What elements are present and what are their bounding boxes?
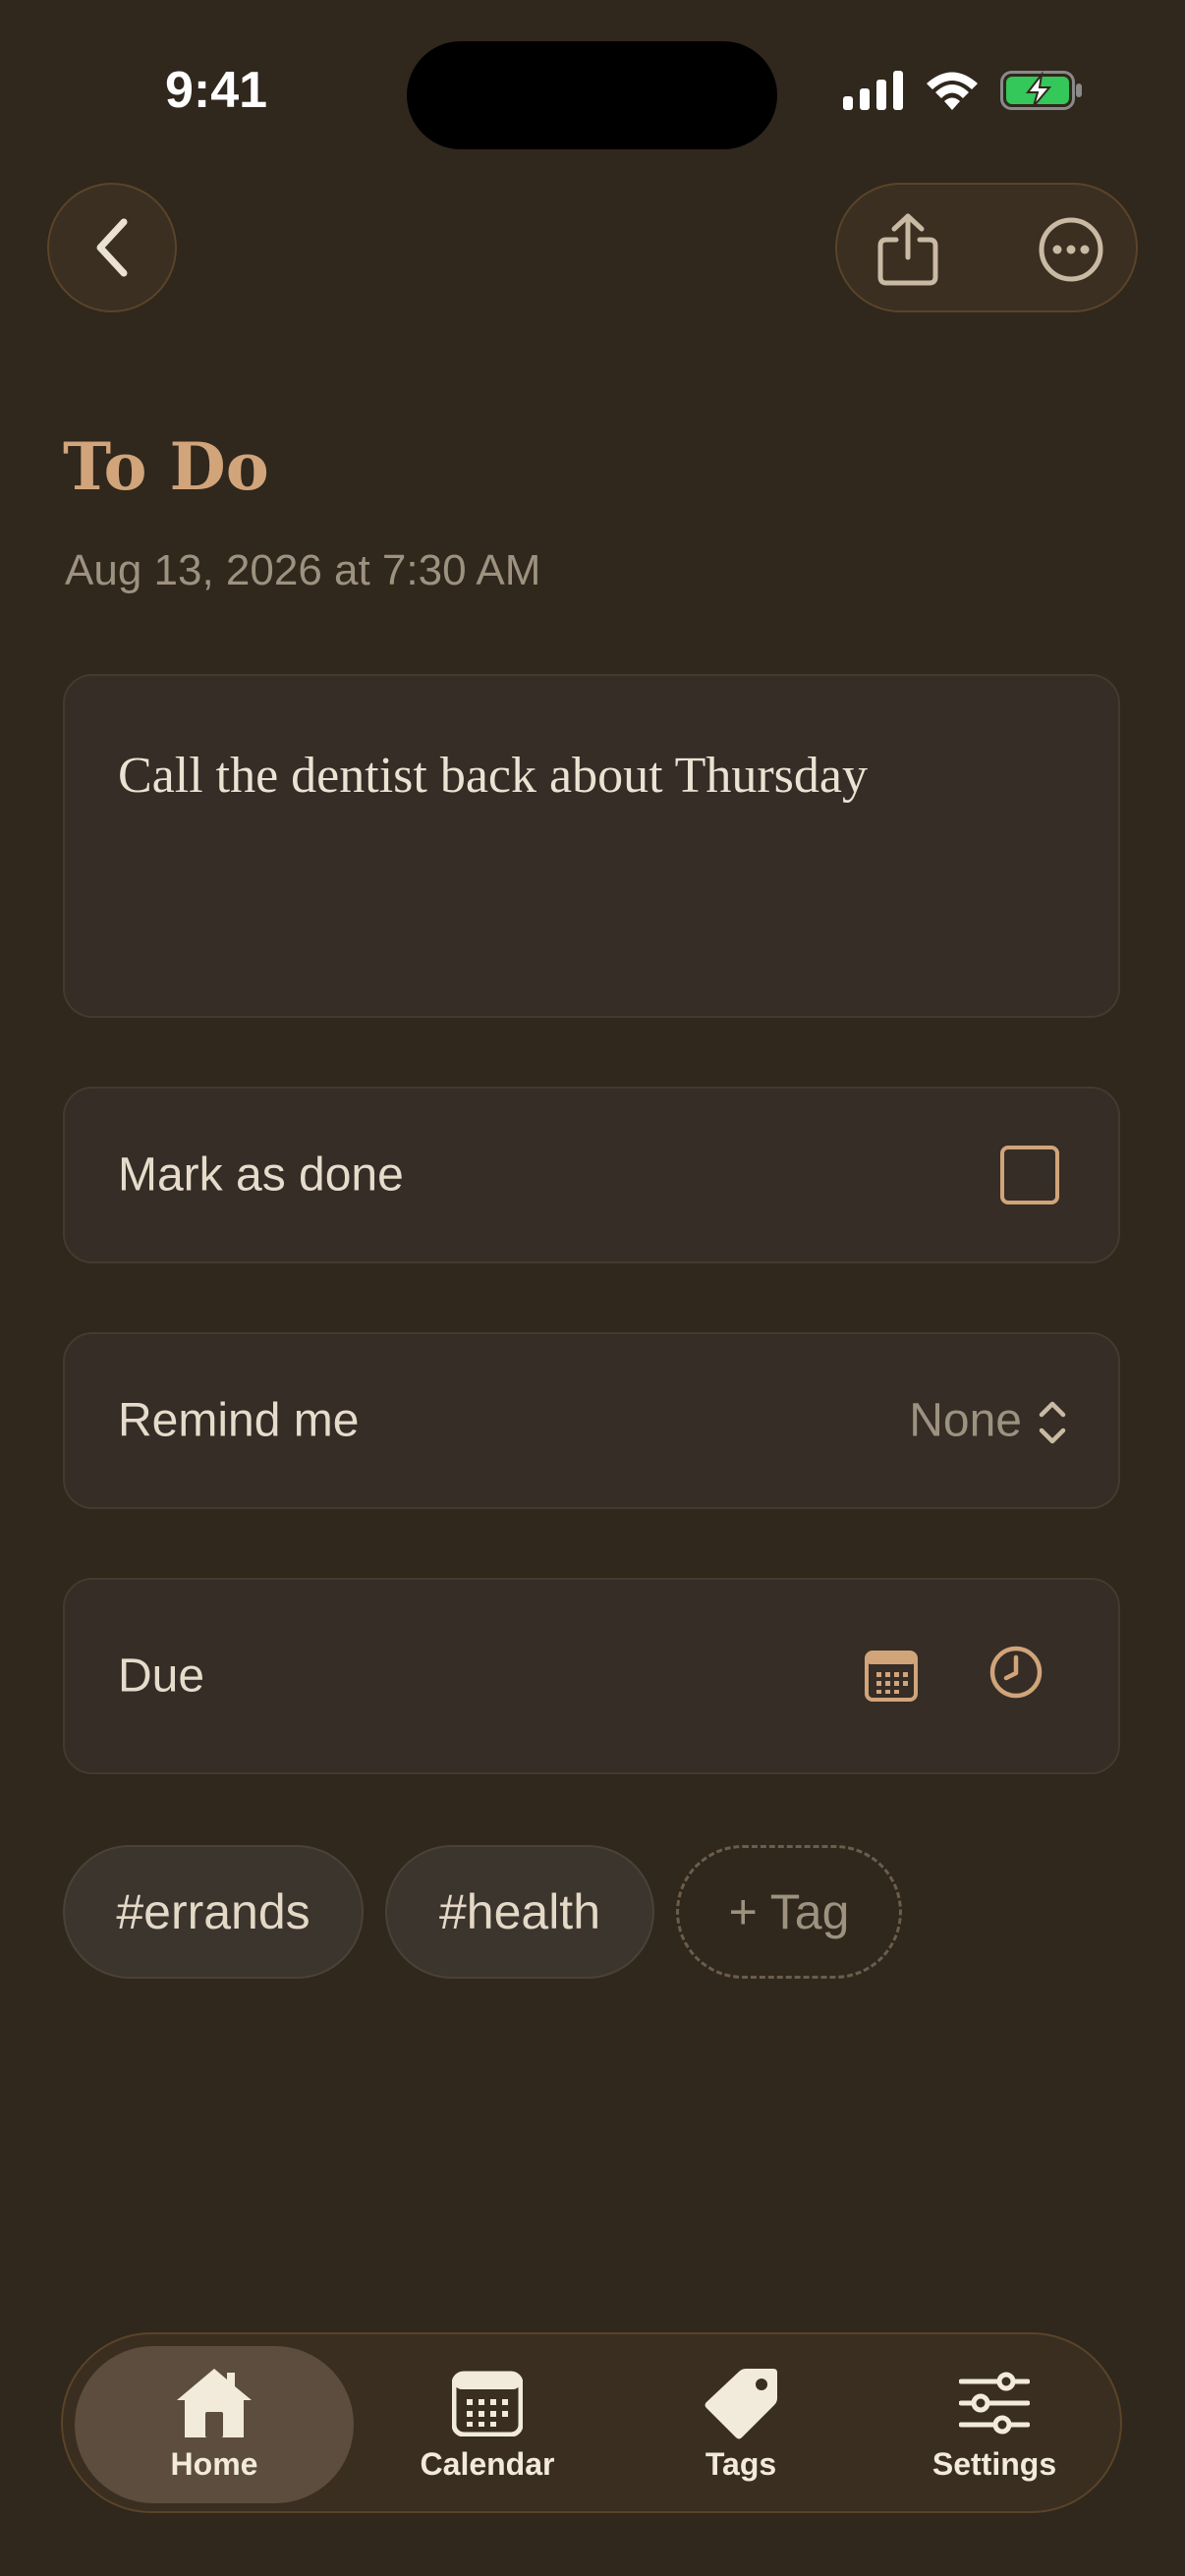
tag-chip-errands[interactable]: #errands (63, 1845, 364, 1979)
tab-label-calendar: Calendar (420, 2445, 555, 2482)
page-title: To Do (63, 428, 269, 505)
dynamic-island (407, 41, 777, 149)
header-actions (835, 183, 1138, 312)
clock-icon[interactable] (988, 1645, 1044, 1700)
tab-label-tags: Tags (705, 2445, 777, 2482)
tag-chip-health[interactable]: #health (385, 1845, 654, 1979)
mark-done-row[interactable]: Mark as done (63, 1087, 1120, 1263)
calendar-icon (452, 2371, 523, 2436)
tab-label-settings: Settings (931, 2445, 1057, 2482)
tab-label-home: Home (170, 2445, 258, 2482)
calendar-icon[interactable] (865, 1647, 918, 1702)
remind-label: Remind me (118, 1394, 360, 1447)
tab-tags[interactable]: Tags (643, 2346, 839, 2503)
note-timestamp: Aug 13, 2026 at 7:30 AM (65, 546, 541, 594)
wifi-icon (927, 72, 978, 110)
note-text: Call the dentist back about Thursday (118, 748, 868, 804)
back-button[interactable] (47, 183, 177, 312)
status-icons (843, 71, 1083, 110)
status-time: 9:41 (164, 62, 268, 119)
ellipsis-circle-icon (1039, 217, 1103, 282)
tab-bar: Home Calendar Tags Settings (61, 2332, 1122, 2513)
done-checkbox[interactable] (1000, 1146, 1059, 1204)
share-button[interactable] (867, 206, 949, 293)
remind-value[interactable]: None (909, 1394, 1022, 1448)
tab-home[interactable]: Home (75, 2346, 354, 2503)
share-icon (877, 213, 938, 286)
chevron-left-icon (96, 218, 128, 277)
tab-calendar[interactable]: Calendar (389, 2346, 586, 2503)
more-button[interactable] (1030, 206, 1112, 293)
mark-done-label: Mark as done (118, 1148, 404, 1202)
note-text-field[interactable]: Call the dentist back about Thursday (63, 674, 1120, 1018)
sliders-icon (959, 2372, 1030, 2434)
remind-row[interactable]: Remind me None (63, 1332, 1120, 1509)
due-label: Due (118, 1650, 205, 1703)
house-icon (177, 2368, 252, 2437)
tag-icon (705, 2368, 777, 2438)
cellular-signal-icon (843, 71, 903, 110)
add-tag-button[interactable]: + Tag (676, 1845, 902, 1979)
due-row: Due (63, 1578, 1120, 1774)
screen: 9:41 To Do Aug 13, 2026 at 7:30 AM Call … (0, 0, 1185, 2576)
chevron-updown-icon (1039, 1401, 1066, 1444)
battery-charging-icon (1000, 71, 1082, 110)
tab-settings[interactable]: Settings (896, 2346, 1093, 2503)
